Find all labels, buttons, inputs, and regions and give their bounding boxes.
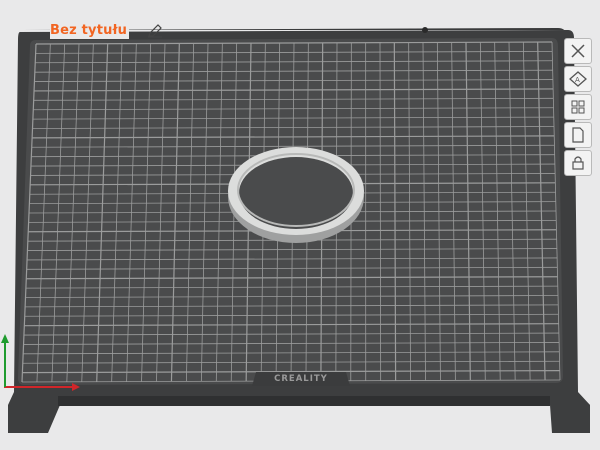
- plate-notch: [422, 27, 428, 33]
- arrange-button[interactable]: [564, 94, 592, 120]
- arrange-icon: [571, 100, 585, 114]
- close-view-button[interactable]: [564, 38, 592, 64]
- plate-settings-icon: [572, 127, 584, 143]
- lock-button[interactable]: [564, 150, 592, 176]
- pencil-icon[interactable]: [147, 24, 163, 38]
- auto-orient-icon: A: [569, 71, 587, 87]
- project-title: Bez tytułu: [50, 23, 130, 39]
- close-view-icon: [571, 44, 585, 58]
- y-axis-arrow: [1, 334, 9, 343]
- plate-settings-button[interactable]: [564, 122, 592, 148]
- brand-logo: CREALITY: [274, 374, 328, 384]
- plate-toolbar: A: [564, 38, 592, 176]
- build-plate-lip: [58, 396, 550, 406]
- lock-icon: [572, 156, 584, 170]
- auto-orient-button[interactable]: A: [564, 66, 592, 92]
- model-ring[interactable]: [228, 147, 364, 243]
- svg-text:A: A: [575, 76, 580, 84]
